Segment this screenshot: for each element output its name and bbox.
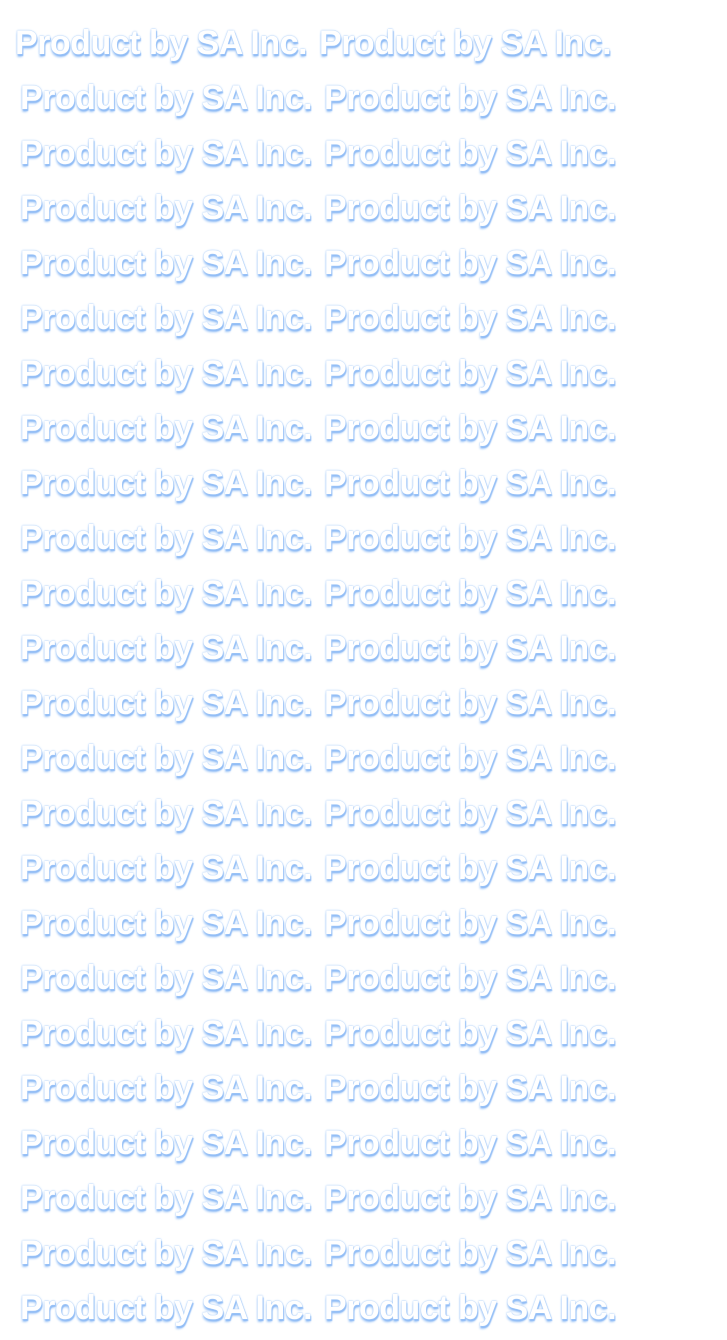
watermark-text: Product by SA Inc.: [324, 134, 617, 172]
watermark-text: Product by SA Inc.: [324, 299, 617, 337]
watermark-text: Product by SA Inc.: [324, 1124, 617, 1162]
watermark-text: Product by SA Inc.: [324, 849, 617, 887]
watermark-text: Product by SA Inc.: [20, 134, 313, 172]
watermark-text: Product by SA Inc.: [20, 849, 313, 887]
watermark-row: Product by SA Inc. Product by SA Inc.: [20, 298, 628, 338]
watermark-text: Product by SA Inc.: [20, 1069, 313, 1107]
watermark-text: Product by SA Inc.: [20, 79, 313, 117]
watermark-text: Product by SA Inc.: [324, 244, 617, 282]
watermark-text: Product by SA Inc.: [20, 574, 313, 612]
watermark-row: Product by SA Inc. Product by SA Inc.: [20, 518, 628, 558]
watermark-text: Product by SA Inc.: [324, 1234, 617, 1272]
watermark-row: Product by SA Inc. Product by SA Inc.: [20, 903, 628, 943]
watermark-row: Product by SA Inc. Product by SA Inc.: [15, 23, 623, 63]
watermark-text: Product by SA Inc.: [324, 739, 617, 777]
watermark-row: Product by SA Inc. Product by SA Inc.: [20, 1233, 628, 1273]
watermark-text: Product by SA Inc.: [324, 519, 617, 557]
watermark-text: Product by SA Inc.: [324, 794, 617, 832]
watermark-row: Product by SA Inc. Product by SA Inc.: [20, 1068, 628, 1108]
watermark-row: Product by SA Inc. Product by SA Inc.: [20, 683, 628, 723]
watermark-text: Product by SA Inc.: [20, 354, 313, 392]
watermark-row: Product by SA Inc. Product by SA Inc.: [20, 133, 628, 173]
watermark-text: Product by SA Inc.: [20, 409, 313, 447]
watermark-text: Product by SA Inc.: [20, 739, 313, 777]
watermark-text: Product by SA Inc.: [20, 1179, 313, 1217]
watermark-text: Product by SA Inc.: [20, 1014, 313, 1052]
watermark-row: Product by SA Inc. Product by SA Inc.: [20, 78, 628, 118]
watermark-text: Product by SA Inc.: [324, 629, 617, 667]
watermark-text: Product by SA Inc.: [15, 24, 308, 62]
watermark-row: Product by SA Inc. Product by SA Inc.: [20, 1123, 628, 1163]
watermark-text: Product by SA Inc.: [20, 1124, 313, 1162]
watermark-text: Product by SA Inc.: [20, 1234, 313, 1272]
watermark-row: Product by SA Inc. Product by SA Inc.: [20, 243, 628, 283]
watermark-row: Product by SA Inc. Product by SA Inc.: [20, 793, 628, 833]
watermark-text: Product by SA Inc.: [324, 1014, 617, 1052]
watermark-row: Product by SA Inc. Product by SA Inc.: [20, 573, 628, 613]
watermark-row: Product by SA Inc. Product by SA Inc.: [20, 408, 628, 448]
watermark-text: Product by SA Inc.: [20, 299, 313, 337]
watermark-text: Product by SA Inc.: [324, 684, 617, 722]
watermark-text: Product by SA Inc.: [20, 629, 313, 667]
watermark-text: Product by SA Inc.: [20, 464, 313, 502]
watermark-text: Product by SA Inc.: [324, 574, 617, 612]
watermark-row: Product by SA Inc. Product by SA Inc.: [20, 848, 628, 888]
watermark-text: Product by SA Inc.: [324, 1179, 617, 1217]
watermark-row: Product by SA Inc. Product by SA Inc.: [20, 1013, 628, 1053]
watermark-row: Product by SA Inc. Product by SA Inc.: [20, 958, 628, 998]
watermark-text: Product by SA Inc.: [324, 189, 617, 227]
watermark-row: Product by SA Inc. Product by SA Inc.: [20, 738, 628, 778]
watermark-text: Product by SA Inc.: [20, 189, 313, 227]
watermark-text: Product by SA Inc.: [20, 1289, 313, 1327]
watermark-text: Product by SA Inc.: [319, 24, 612, 62]
watermark-text: Product by SA Inc.: [324, 464, 617, 502]
watermark-text: Product by SA Inc.: [324, 1289, 617, 1327]
watermark-row: Product by SA Inc. Product by SA Inc.: [20, 1288, 628, 1328]
watermark-row: Product by SA Inc. Product by SA Inc.: [20, 1178, 628, 1218]
watermark-text: Product by SA Inc.: [20, 794, 313, 832]
watermark-text: Product by SA Inc.: [324, 1069, 617, 1107]
watermark-row: Product by SA Inc. Product by SA Inc.: [20, 628, 628, 668]
watermark-text: Product by SA Inc.: [20, 959, 313, 997]
watermark-text: Product by SA Inc.: [20, 244, 313, 282]
watermark-row: Product by SA Inc. Product by SA Inc.: [20, 353, 628, 393]
watermark-text: Product by SA Inc.: [324, 79, 617, 117]
watermark-text: Product by SA Inc.: [324, 354, 617, 392]
watermark-text: Product by SA Inc.: [324, 904, 617, 942]
watermark-row: Product by SA Inc. Product by SA Inc.: [20, 188, 628, 228]
watermark-text: Product by SA Inc.: [20, 519, 313, 557]
watermark-text: Product by SA Inc.: [20, 684, 313, 722]
watermark-text: Product by SA Inc.: [324, 409, 617, 447]
watermark-text: Product by SA Inc.: [324, 959, 617, 997]
watermark-row: Product by SA Inc. Product by SA Inc.: [20, 463, 628, 503]
watermark-text: Product by SA Inc.: [20, 904, 313, 942]
